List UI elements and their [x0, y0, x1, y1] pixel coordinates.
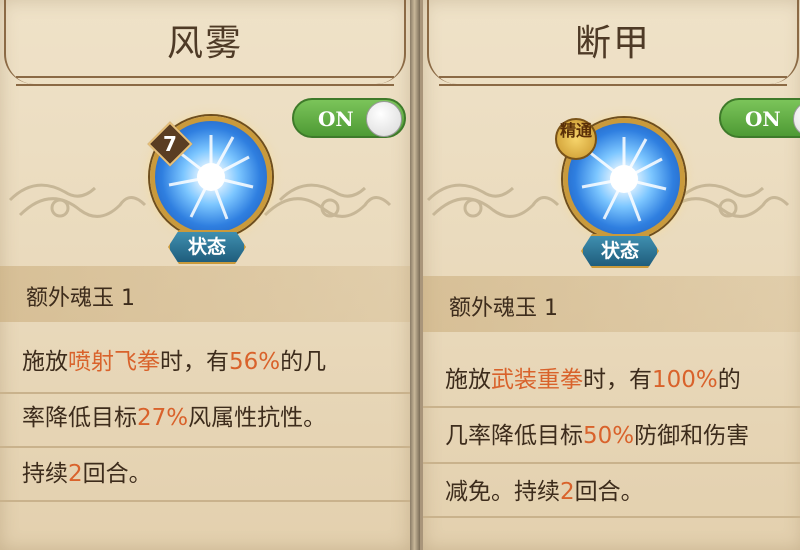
skill-toggle[interactable]: ON	[719, 98, 800, 138]
toggle-knob[interactable]	[366, 101, 402, 137]
skill-card-left: 风雾 ON 7 状态 额外魂玉 1 施放喷射飞拳时，有56%的几 率降低目标27…	[0, 0, 413, 550]
desc-line-3: 减免。持续2回合。	[445, 479, 644, 505]
card-divider	[410, 0, 420, 550]
subtitle-bar: 额外魂玉 1	[423, 276, 800, 332]
toggle-label: ON	[318, 107, 354, 131]
title-divider	[439, 76, 787, 86]
skill-title: 风雾	[166, 23, 243, 64]
subtitle-text: 额外魂玉 1	[449, 296, 558, 321]
skill-title: 断甲	[574, 23, 651, 64]
state-tag: 状态	[581, 234, 659, 268]
title-divider	[16, 76, 394, 86]
subtitle-bar: 额外魂玉 1	[0, 266, 410, 322]
toggle-label: ON	[745, 107, 781, 131]
toggle-knob[interactable]	[793, 101, 800, 137]
skill-toggle[interactable]: ON	[292, 98, 406, 138]
state-tag: 状态	[168, 230, 246, 264]
desc-line-2: 几率降低目标50%防御和伤害	[445, 423, 750, 449]
desc-line-1: 施放武装重拳时，有100%的	[445, 367, 741, 393]
subtitle-text: 额外魂玉 1	[26, 286, 135, 311]
desc-line-3: 持续2回合。	[22, 461, 152, 487]
desc-line-1: 施放喷射飞拳时，有56%的几	[22, 349, 327, 375]
level-number: 7	[163, 132, 177, 156]
desc-line-2: 率降低目标27%风属性抗性。	[22, 405, 327, 431]
skill-card-right: 断甲 ON 精通 状态 额外魂玉 1 施放武装重拳时，有100%的 几率降低目标…	[420, 0, 800, 550]
mastery-badge: 精通	[555, 118, 597, 160]
